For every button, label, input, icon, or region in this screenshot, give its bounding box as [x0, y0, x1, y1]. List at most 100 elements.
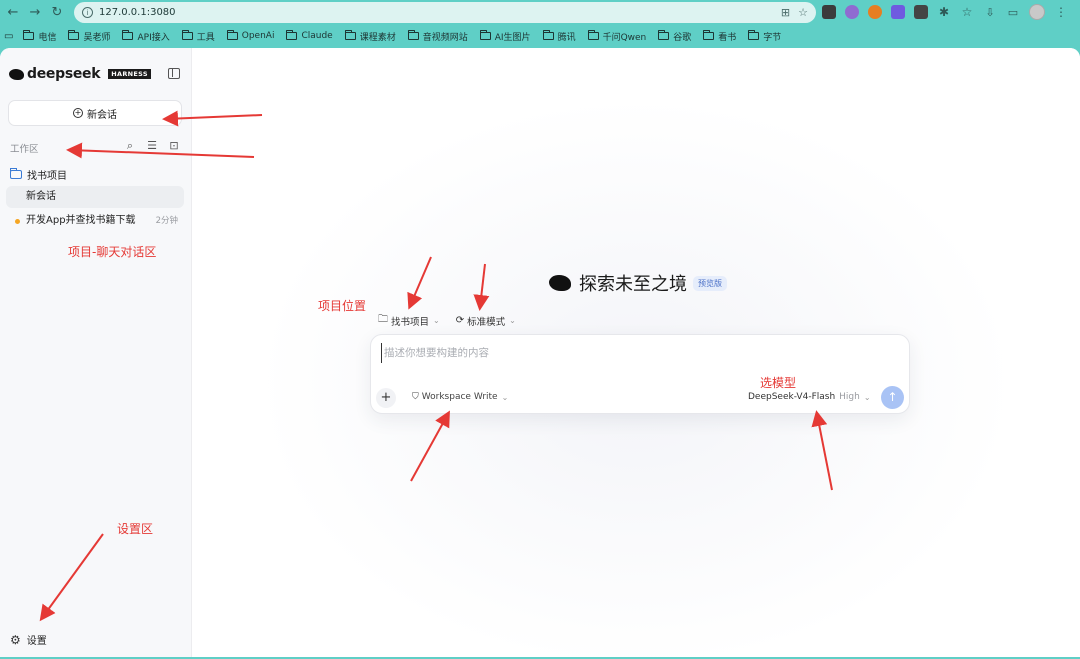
download-icon[interactable]: ⇩: [983, 5, 997, 19]
new-chat-label: 新会话: [87, 109, 117, 121]
bookmark[interactable]: 吴老师: [68, 30, 110, 43]
send-button[interactable]: ↑: [881, 386, 904, 409]
folder-icon: 🗀: [378, 314, 388, 325]
extensions-bar: ✱ ☆ ⇩ ▭ ⋮: [822, 4, 1068, 20]
folder-icon: [344, 30, 356, 40]
reload-icon[interactable]: ↻: [46, 2, 68, 24]
search-icon[interactable]: ⌕: [124, 140, 136, 152]
new-folder-icon[interactable]: ⊡: [168, 140, 180, 152]
chevron-down-icon: ⌄: [433, 316, 440, 325]
back-icon[interactable]: ←: [2, 2, 24, 24]
bookmark[interactable]: Claude: [286, 30, 333, 41]
settings-label: 设置: [26, 636, 47, 647]
bookmark-star-icon[interactable]: ☆: [798, 6, 808, 19]
bookmark[interactable]: 字节: [748, 30, 781, 43]
extension-icon[interactable]: [868, 5, 882, 19]
forward-icon[interactable]: →: [24, 2, 46, 24]
folder-icon: [10, 168, 22, 179]
bookmark[interactable]: 工具: [181, 30, 215, 43]
workspace-label: 工作区: [10, 144, 39, 155]
model-name: DeepSeek-V4-Flash: [748, 392, 836, 402]
browser-toolbar: ← → ↻ ⌂ i 127.0.0.1:3080 ⊞ ☆ ✱ ☆ ⇩ ▭ ⋮: [0, 0, 1080, 25]
url-text: 127.0.0.1:3080: [99, 7, 176, 18]
settings-button[interactable]: ⚙ 设置: [10, 632, 47, 648]
bookmark[interactable]: AI生图片: [479, 30, 531, 43]
profile-avatar[interactable]: [1029, 4, 1045, 20]
whale-logo-icon: [9, 68, 24, 80]
mode-selector[interactable]: ⟳ 标准模式 ⌄: [456, 312, 516, 329]
annotation-model-select: 选模型: [760, 376, 797, 390]
project-selector[interactable]: 🗀 找书项目 ⌄: [378, 312, 440, 329]
composer: + ⛉ Workspace Write ⌄ DeepSeek-V4-Flash …: [370, 334, 910, 414]
bookmark[interactable]: API接入: [122, 30, 170, 43]
bookmark[interactable]: OpenAi: [226, 30, 274, 41]
folder-icon: [181, 30, 193, 40]
context-selectors: 🗀 找书项目 ⌄ ⟳ 标准模式 ⌄: [378, 312, 516, 329]
folder-icon: [748, 30, 760, 40]
folder-icon: [658, 30, 670, 40]
sidebar: deepseek HARNESS + 新会话 工作区 ⌕ ☰ ⊡ 找书项目 新会…: [0, 48, 192, 657]
chat-title: 开发App并查找书籍下载: [26, 215, 136, 226]
cast-icon[interactable]: ▭: [1006, 5, 1020, 19]
bookmark[interactable]: 电信: [23, 30, 56, 43]
chevron-down-icon: ⌄: [863, 392, 871, 402]
puzzle-icon[interactable]: ✱: [937, 5, 951, 19]
plus-circle-icon: +: [73, 108, 83, 118]
chat-item[interactable]: 开发App并查找书籍下载 2分钟: [6, 210, 184, 232]
folder-icon: [479, 30, 491, 40]
hero-header: 探索未至之境 预览版: [549, 270, 727, 296]
shield-icon: ⛉: [412, 392, 419, 402]
chat-time: 2分钟: [155, 216, 178, 226]
folder-icon: [286, 30, 298, 40]
bookmark[interactable]: 千问Qwen: [587, 30, 646, 43]
chevron-down-icon: ⌄: [501, 392, 509, 402]
extension-icon[interactable]: [914, 5, 928, 19]
new-chat-button[interactable]: + 新会话: [8, 100, 182, 126]
sidebar-toggle-icon[interactable]: [168, 68, 180, 79]
folder-icon: [68, 30, 80, 40]
sidebar-project-item[interactable]: 找书项目: [10, 167, 67, 182]
gear-icon: ⚙: [10, 632, 21, 647]
bookmarks-bar: ▭ 电信 吴老师 API接入 工具 OpenAi Claude 课程素材 音视频…: [0, 25, 1080, 47]
attach-button[interactable]: +: [376, 388, 396, 408]
main-area: 探索未至之境 预览版 🗀 找书项目 ⌄ ⟳ 标准模式 ⌄ + ⛉ Workspa…: [192, 48, 1080, 657]
menu-icon[interactable]: ⋮: [1054, 5, 1068, 19]
extension-icon[interactable]: [845, 5, 859, 19]
extension-icon[interactable]: [891, 5, 905, 19]
bookmark[interactable]: 音视频网站: [407, 30, 468, 43]
mode-icon: ⟳: [455, 315, 465, 326]
address-bar[interactable]: i 127.0.0.1:3080 ⊞ ☆: [74, 2, 816, 23]
folder-icon: [407, 30, 419, 40]
workspace-actions: ⌕ ☰ ⊡: [124, 140, 180, 152]
folder-icon: [587, 30, 599, 40]
hero-title: 探索未至之境: [579, 274, 687, 295]
folder-icon: [23, 30, 35, 40]
chevron-down-icon: ⌄: [509, 316, 516, 325]
bookmark[interactable]: 课程素材: [344, 30, 396, 43]
translate-icon[interactable]: ⊞: [781, 6, 790, 19]
logo-badge: HARNESS: [108, 69, 151, 79]
bookmark[interactable]: 看书: [703, 30, 736, 43]
whale-logo-icon: [549, 275, 571, 291]
app-window: deepseek HARNESS + 新会话 工作区 ⌕ ☰ ⊡ 找书项目 新会…: [0, 48, 1080, 657]
annotation-settings-area: 设置区: [117, 522, 154, 536]
prompt-input[interactable]: [381, 343, 881, 363]
model-selector[interactable]: DeepSeek-V4-Flash High ⌄: [748, 392, 871, 402]
model-level: High: [839, 392, 860, 402]
site-info-icon[interactable]: i: [82, 7, 93, 18]
logo: deepseek HARNESS: [9, 66, 184, 82]
folder-icon: [226, 30, 238, 40]
preview-badge: 预览版: [693, 275, 727, 291]
extension-icon[interactable]: [822, 5, 836, 19]
apps-icon[interactable]: ▭: [4, 31, 13, 42]
workspace-mode-selector[interactable]: ⛉ Workspace Write ⌄: [412, 392, 508, 402]
reading-list-icon[interactable]: ☆: [960, 5, 974, 19]
folder-icon: [703, 30, 715, 40]
bookmark[interactable]: 腾讯: [542, 30, 576, 43]
bookmark[interactable]: 谷歌: [658, 30, 691, 43]
annotation-project-location: 项目位置: [318, 299, 367, 313]
chat-item-active[interactable]: 新会话: [6, 186, 184, 208]
folder-icon: [122, 30, 134, 40]
project-name: 找书项目: [27, 171, 67, 182]
filter-icon[interactable]: ☰: [146, 140, 158, 152]
